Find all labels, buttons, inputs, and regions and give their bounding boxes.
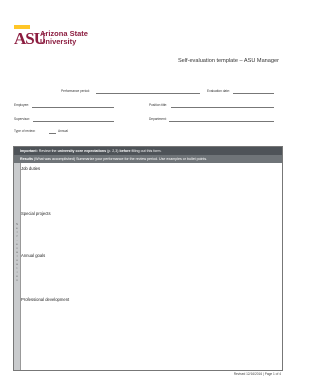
important-before: before bbox=[119, 149, 131, 153]
side-label: Self-evaluation bbox=[14, 223, 20, 283]
revision-footer: Revised 12/16/2016 | Page 1 of 4 bbox=[233, 372, 281, 376]
important-banner: Important: Review the university core ex… bbox=[14, 147, 282, 155]
annual-goals-heading: Annual goals bbox=[21, 253, 46, 258]
evaluation-date-label: Evaluation date: bbox=[207, 89, 230, 93]
core-expectations-link[interactable]: university core expectations bbox=[58, 149, 107, 153]
supervisor-label: Supervisor: bbox=[14, 117, 31, 121]
department-field[interactable] bbox=[169, 121, 274, 122]
results-label-detail: (What was accomplished) bbox=[33, 157, 76, 161]
evaluation-date-field[interactable] bbox=[233, 93, 274, 94]
position-title-field[interactable] bbox=[171, 107, 274, 108]
important-page-ref: (p. 2,3) bbox=[107, 149, 119, 153]
performance-period-field[interactable] bbox=[96, 93, 200, 94]
annual-label: Annual bbox=[58, 129, 68, 133]
department-label: Department: bbox=[149, 117, 167, 121]
logo-university-name: Arizona State University bbox=[40, 30, 88, 46]
results-instructions: Summarize your performance for the revie… bbox=[76, 157, 208, 161]
performance-period-label: Performance period: bbox=[61, 89, 90, 93]
important-text-end: filling out this form. bbox=[131, 149, 162, 153]
supervisor-field[interactable] bbox=[33, 121, 114, 122]
special-projects-heading: Special projects bbox=[21, 211, 51, 216]
logo-accent-shape bbox=[14, 25, 30, 29]
annual-checkbox[interactable] bbox=[49, 133, 56, 134]
results-banner: Results (What was accomplished) Summariz… bbox=[14, 155, 282, 163]
document-title: Self-evaluation template – ASU Manager bbox=[177, 58, 279, 64]
professional-development-heading: Professional development bbox=[21, 297, 70, 302]
position-title-label: Position title: bbox=[149, 103, 168, 107]
type-of-review-label: Type of review: bbox=[14, 129, 36, 133]
important-label: Important: bbox=[20, 149, 38, 153]
self-evaluation-side-column: Self-evaluation bbox=[14, 163, 21, 370]
results-label: Results bbox=[20, 157, 33, 161]
important-text: Review the bbox=[38, 149, 57, 153]
job-duties-heading: Job duties bbox=[21, 166, 41, 171]
self-evaluation-form: Important: Review the university core ex… bbox=[13, 146, 283, 371]
side-label-char: n bbox=[16, 279, 18, 282]
logo-name-line2: University bbox=[40, 37, 77, 46]
employee-label: Employee: bbox=[14, 103, 30, 107]
employee-field[interactable] bbox=[32, 107, 114, 108]
